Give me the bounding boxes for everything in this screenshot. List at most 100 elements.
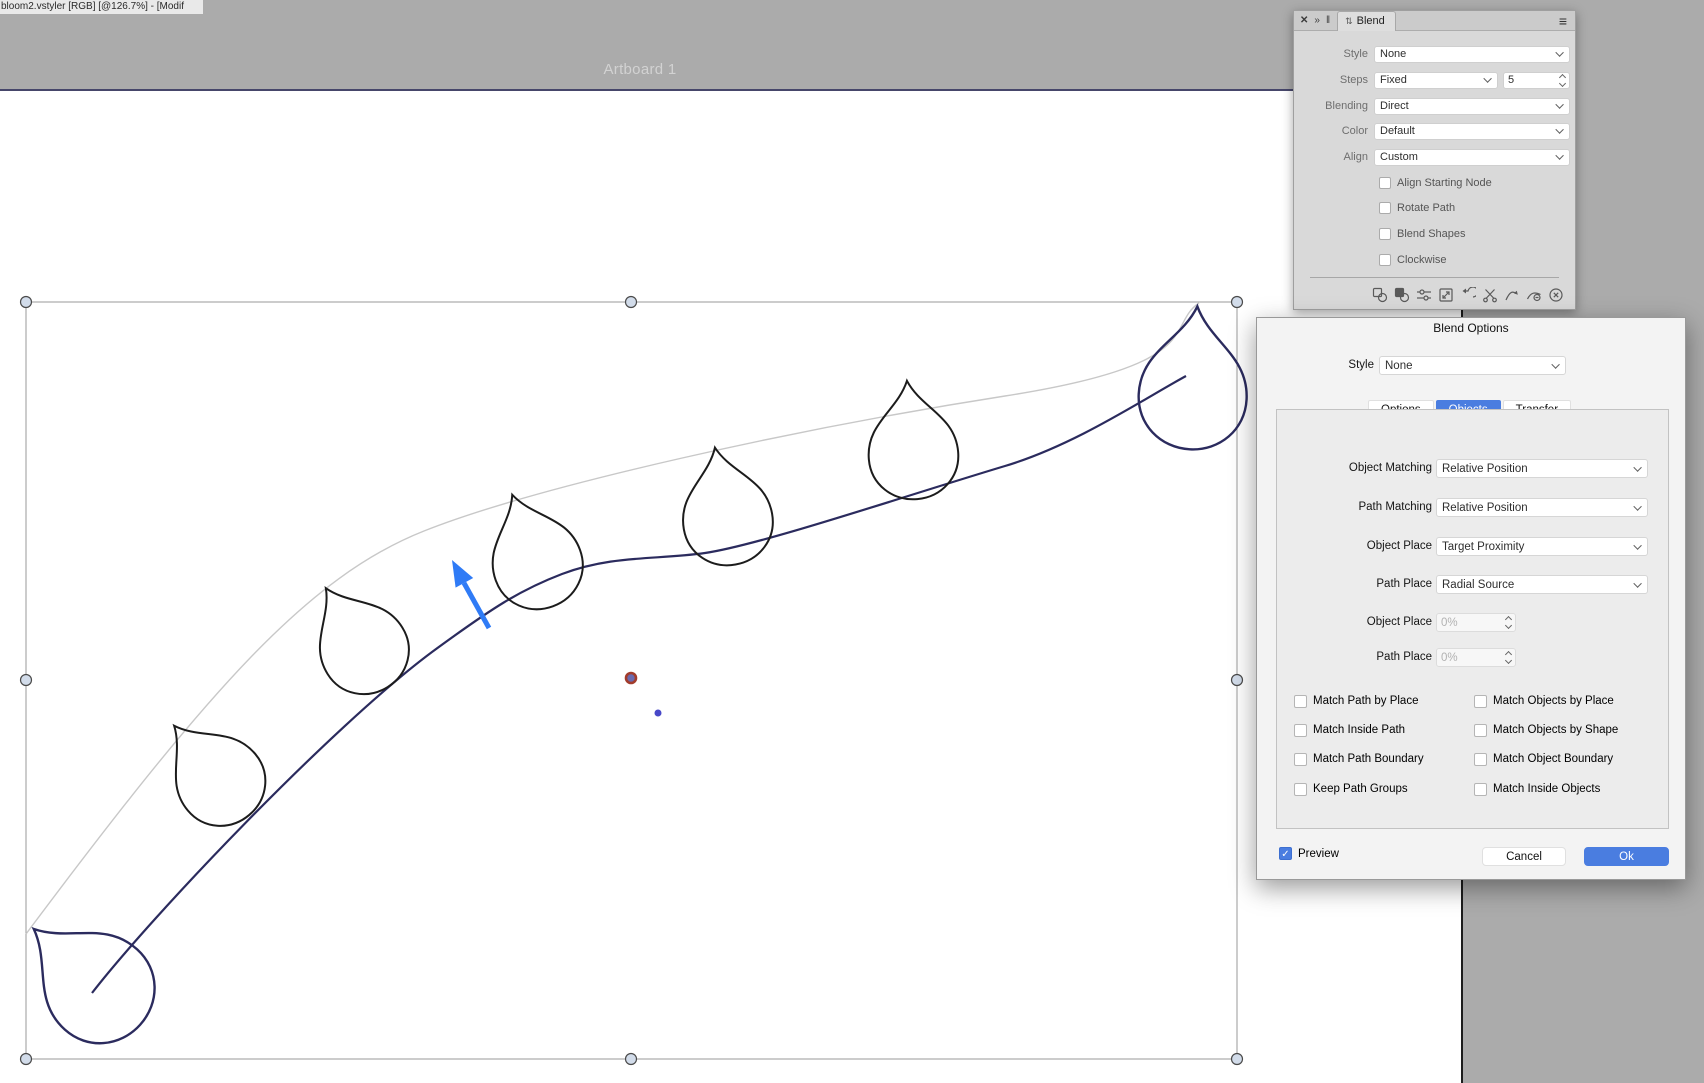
blend-shapes-row: Blend Shapes [1294,225,1575,243]
handle-bottom-center[interactable] [626,1054,637,1065]
align-starting-node-row: Align Starting Node [1294,174,1575,192]
color-row: Color Default [1294,122,1575,140]
path-place-label: Path Place [1277,575,1432,594]
stepper-arrows-icon[interactable] [1560,75,1565,86]
panel-close-icon[interactable]: ✕ [1294,15,1311,26]
steps-count-stepper[interactable]: 5 [1503,72,1570,89]
align-row: Align Custom [1294,148,1575,166]
chevron-down-icon [1551,360,1559,368]
match-inside-path-checkbox[interactable] [1294,724,1307,737]
chevron-down-icon [1555,125,1563,133]
match-objects-by-shape-checkbox[interactable] [1474,724,1487,737]
blending-label: Blending [1294,100,1368,112]
handle-top-right[interactable] [1232,297,1243,308]
blend-panel-tab[interactable]: ⇅ Blend [1337,11,1396,31]
blending-dropdown[interactable]: Direct [1374,98,1570,115]
steps-label: Steps [1294,74,1368,86]
steps-mode-dropdown[interactable]: Fixed [1374,72,1498,89]
window-titlebar[interactable]: bloom2.vstyler [RGB] [@126.7%] - [Modif [0,0,203,14]
objects-tab-panel: Object Matching Relative Position Path M… [1276,409,1669,829]
align-starting-node-checkbox[interactable] [1379,177,1391,189]
window-title: bloom2.vstyler [RGB] [@126.7%] - [Modif [1,1,184,12]
blend-panel-tabbar: ✕ » ‖ ⇅ Blend ≡ [1294,11,1575,31]
artboard-label: Artboard 1 [540,61,740,78]
stepper-arrows-icon[interactable] [1506,652,1511,663]
cancel-button[interactable]: Cancel [1482,847,1566,866]
path-place-pct-stepper[interactable]: 0% [1436,648,1516,667]
stepper-arrows-icon[interactable] [1506,617,1511,628]
chevron-down-icon [1555,100,1563,108]
preview-checkbox[interactable]: ✓ [1279,847,1292,860]
handle-middle-right[interactable] [1232,675,1243,686]
dialog-title: Blend Options [1257,321,1685,335]
object-place-label: Object Place [1277,537,1432,556]
ok-button[interactable]: Ok [1584,847,1669,866]
handle-bottom-right[interactable] [1232,1054,1243,1065]
clockwise-checkbox[interactable] [1379,254,1391,266]
chevron-down-icon [1483,74,1491,82]
blend-options-dialog: Blend Options Style None Options Objects… [1256,317,1686,880]
blending-row: Blending Direct [1294,97,1575,115]
style-row: Style None [1294,45,1575,63]
panel-collapse-icon[interactable]: » [1311,15,1323,26]
reverse-order-icon[interactable] [1504,287,1520,303]
panel-cycle-icon: ⇅ [1345,16,1353,27]
object-matching-dropdown[interactable]: Relative Position [1436,459,1648,478]
duplicate-filled-icon[interactable] [1394,287,1410,303]
handle-top-center[interactable] [626,297,637,308]
cut-blend-icon[interactable] [1482,287,1498,303]
dialog-style-dropdown[interactable]: None [1379,356,1566,375]
expand-blend-icon[interactable] [1438,287,1454,303]
match-path-by-place-checkbox[interactable] [1294,695,1307,708]
blend-panel-toolbar [1372,287,1564,303]
steps-row: Steps Fixed 5 [1294,71,1575,89]
path-matching-label: Path Matching [1277,498,1432,517]
match-path-boundary-checkbox[interactable] [1294,753,1307,766]
blend-sliders-icon[interactable] [1416,287,1432,303]
blend-panel: ✕ » ‖ ⇅ Blend ≡ Style None Steps Fixed 5 [1293,10,1576,310]
color-label: Color [1294,125,1368,137]
blend-shapes-checkbox[interactable] [1379,228,1391,240]
duplicate-blend-icon[interactable] [1372,287,1388,303]
reverse-spine-icon[interactable] [1460,287,1476,303]
chevron-down-icon [1633,502,1641,510]
blend-origin-marker[interactable] [626,673,636,683]
release-blend-icon[interactable] [1526,287,1542,303]
chevron-down-icon [1555,151,1563,159]
clockwise-row: Clockwise [1294,251,1575,269]
anchor-point-marker[interactable] [655,710,662,717]
align-dropdown[interactable]: Custom [1374,149,1570,166]
chevron-down-icon [1633,463,1641,471]
style-dropdown[interactable]: None [1374,46,1570,63]
path-matching-dropdown[interactable]: Relative Position [1436,498,1648,517]
handle-middle-left[interactable] [21,675,32,686]
object-place-dropdown[interactable]: Target Proximity [1436,537,1648,556]
match-inside-objects-checkbox[interactable] [1474,783,1487,796]
dialog-style-label: Style [1257,356,1374,375]
color-dropdown[interactable]: Default [1374,123,1570,140]
panel-menu-icon[interactable]: ≡ [1559,13,1567,29]
blend-panel-tab-label: Blend [1357,15,1385,27]
path-place-dropdown[interactable]: Radial Source [1436,575,1648,594]
panel-detach-icon[interactable]: ‖ [1323,15,1333,26]
handle-top-left[interactable] [21,297,32,308]
rotate-path-row: Rotate Path [1294,199,1575,217]
path-place-pct-label: Path Place [1277,648,1432,667]
artboard-surface[interactable] [0,90,1462,1083]
match-objects-by-place-checkbox[interactable] [1474,695,1487,708]
object-place-pct-label: Object Place [1277,613,1432,632]
style-label: Style [1294,48,1368,60]
chevron-down-icon [1555,48,1563,56]
rotate-path-checkbox[interactable] [1379,202,1391,214]
object-place-pct-stepper[interactable]: 0% [1436,613,1516,632]
chevron-down-icon [1633,579,1641,587]
preview-row: ✓ Preview [1279,847,1339,860]
chevron-down-icon [1633,541,1641,549]
align-label: Align [1294,151,1368,163]
delete-blend-icon[interactable] [1548,287,1564,303]
object-matching-label: Object Matching [1277,459,1432,478]
panel-divider [1310,277,1559,278]
match-object-boundary-checkbox[interactable] [1474,753,1487,766]
keep-path-groups-checkbox[interactable] [1294,783,1307,796]
handle-bottom-left[interactable] [21,1054,32,1065]
